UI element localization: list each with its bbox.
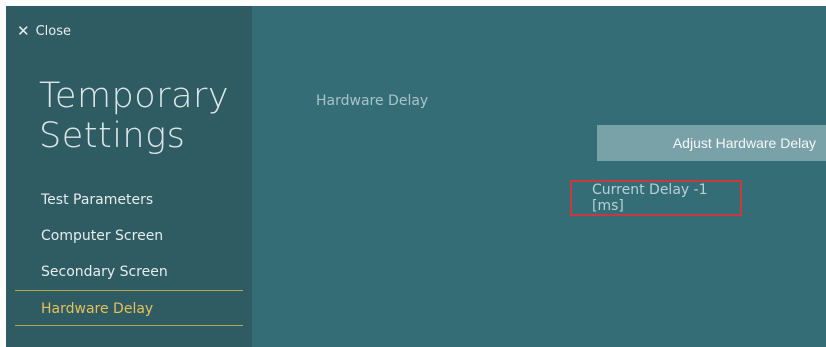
close-button[interactable]: ✕ Close <box>17 24 71 40</box>
sidebar-item-computer-screen[interactable]: Computer Screen <box>15 218 243 254</box>
sidebar-item-test-parameters[interactable]: Test Parameters <box>15 182 243 218</box>
current-delay-readout: Current Delay -1 [ms] <box>570 180 742 216</box>
section-label: Hardware Delay <box>316 93 429 109</box>
sidebar-item-secondary-screen[interactable]: Secondary Screen <box>15 254 243 290</box>
adjust-hardware-delay-button[interactable]: Adjust Hardware Delay <box>597 125 826 161</box>
main-panel: Hardware Delay Adjust Hardware Delay Cur… <box>252 6 826 347</box>
page-title-line1: Temporary <box>39 76 230 116</box>
close-icon[interactable]: ✕ <box>17 24 30 39</box>
close-label[interactable]: Close <box>36 24 71 39</box>
page-title: Temporary Settings <box>39 76 229 156</box>
sidebar: ✕ Close Temporary Settings Test Paramete… <box>6 6 252 347</box>
page-title-line2: Settings <box>39 116 186 156</box>
sidebar-nav: Test Parameters Computer Screen Secondar… <box>15 182 243 326</box>
sidebar-item-hardware-delay[interactable]: Hardware Delay <box>15 290 243 326</box>
current-delay-text: Current Delay -1 [ms] <box>592 182 708 214</box>
settings-window: ✕ Close Temporary Settings Test Paramete… <box>6 6 826 347</box>
